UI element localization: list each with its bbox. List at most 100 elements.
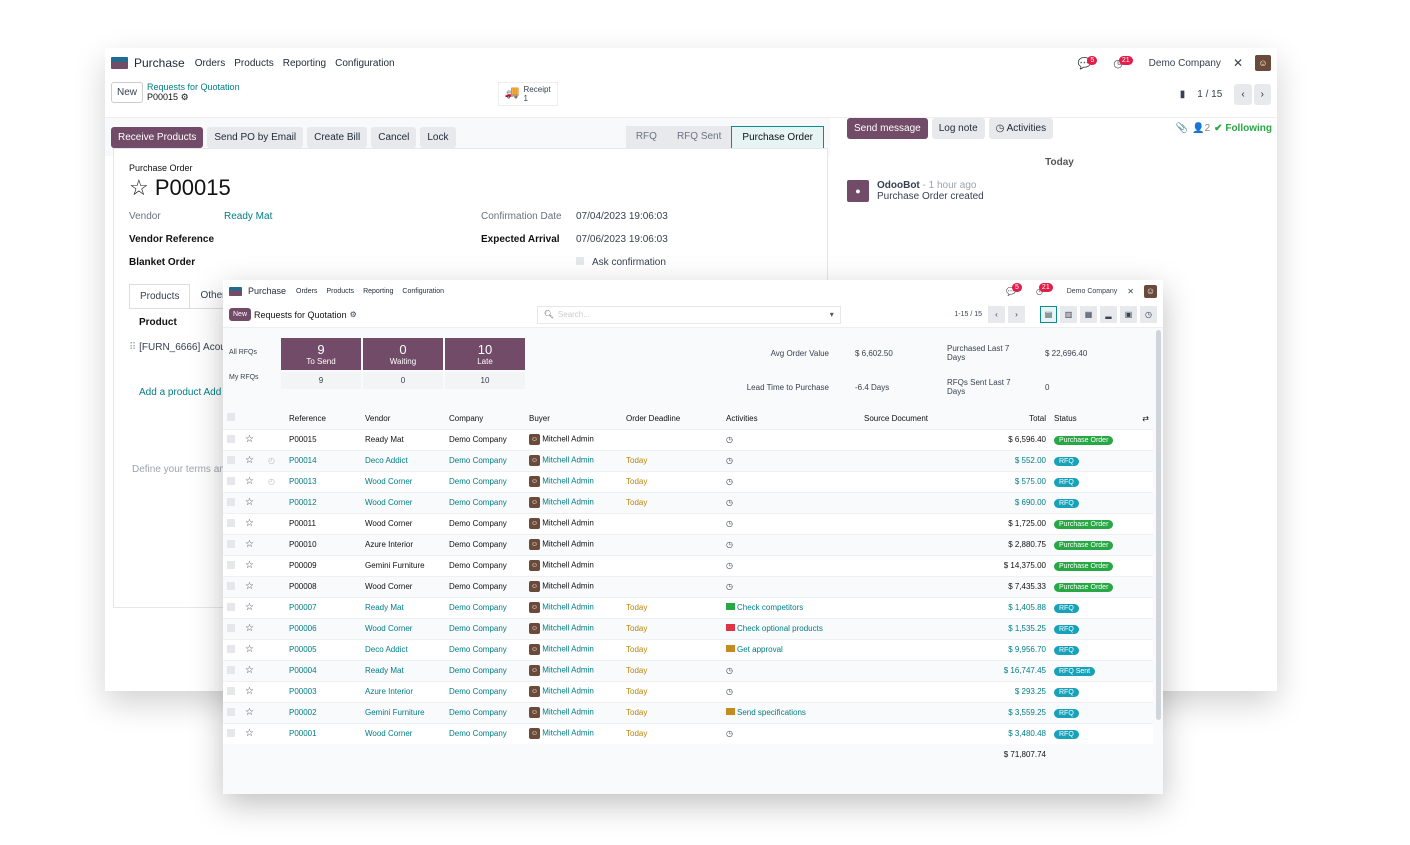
lock-button[interactable]: Lock — [420, 126, 456, 148]
activity-clock-icon[interactable]: ◷ — [726, 477, 733, 486]
scrollbar[interactable] — [1156, 330, 1161, 720]
activities-button[interactable]: ◷ Activities — [988, 118, 1054, 139]
table-row[interactable]: ☆ P00007 Ready Mat Demo Company ☺ Mitche… — [223, 596, 1153, 618]
select-all-checkbox[interactable] — [227, 413, 235, 422]
activity-clock-icon[interactable]: ◷ — [726, 435, 733, 444]
priority-star-icon[interactable]: ☆ — [245, 455, 254, 466]
activity-summary[interactable]: Send specifications — [737, 708, 806, 717]
dashboard-tile[interactable]: 9 To Send — [281, 338, 361, 370]
col-total[interactable]: Total — [970, 408, 1050, 429]
activity-clock-icon[interactable]: ◷ — [726, 582, 733, 591]
row-checkbox[interactable] — [227, 581, 235, 590]
prev-page-button[interactable]: ‹ — [988, 306, 1005, 323]
priority-star-icon[interactable]: ☆ — [245, 560, 254, 571]
nav-reporting[interactable]: Reporting — [363, 288, 393, 295]
dashboard-tile[interactable]: 0 Waiting — [363, 338, 443, 370]
drag-handle-icon[interactable]: ⠿ — [129, 342, 136, 353]
col-activities[interactable]: Activities — [722, 408, 860, 429]
new-button[interactable]: New — [229, 308, 252, 321]
table-row[interactable]: ☆ P00004 Ready Mat Demo Company ☺ Mitche… — [223, 659, 1153, 681]
nav-app-name[interactable]: Purchase — [134, 56, 185, 70]
activity-view-icon[interactable]: ◷ — [1140, 306, 1157, 323]
table-row[interactable]: ☆ P00005 Deco Addict Demo Company ☺ Mitc… — [223, 638, 1153, 660]
cancel-button[interactable]: Cancel — [371, 126, 417, 148]
table-row[interactable]: ☆ P00010 Azure Interior Demo Company ☺ M… — [223, 533, 1153, 555]
table-row[interactable]: ☆ P00002 Gemini Furniture Demo Company ☺… — [223, 701, 1153, 723]
nav-app-name[interactable]: Purchase — [248, 286, 286, 296]
table-row[interactable]: ☆ P00009 Gemini Furniture Demo Company ☺… — [223, 554, 1153, 576]
activity-clock-icon[interactable]: ◷ — [726, 561, 733, 570]
calendar-view-icon[interactable]: ▣ — [1120, 306, 1137, 323]
snooze-icon[interactable]: ◴ — [268, 456, 275, 465]
table-row[interactable]: ☆ P00015 Ready Mat Demo Company ☺ Mitche… — [223, 428, 1153, 450]
create-bill-button[interactable]: Create Bill — [307, 126, 368, 148]
activity-clock-icon[interactable]: ◷ — [726, 540, 733, 549]
nav-orders[interactable]: Orders — [195, 58, 226, 69]
blanket-order-field[interactable] — [224, 257, 481, 268]
gear-icon[interactable]: ⚙ — [181, 92, 189, 102]
activity-clock-icon[interactable]: ◷ — [726, 729, 733, 738]
table-row[interactable]: ☆ P00008 Wood Corner Demo Company ☺ Mitc… — [223, 575, 1153, 597]
activity-clock-icon[interactable]: ◷ — [726, 666, 733, 675]
prev-record-button[interactable]: ‹ — [1234, 84, 1252, 105]
new-button[interactable]: New — [111, 82, 144, 103]
table-row[interactable]: ☆ P00001 Wood Corner Demo Company ☺ Mitc… — [223, 722, 1153, 744]
kanban-view-icon[interactable]: ▥ — [1060, 306, 1077, 323]
messages-icon[interactable]: 💬5 — [1078, 55, 1102, 70]
row-checkbox[interactable] — [227, 602, 235, 611]
receipt-smart-button[interactable]: 🚚 Receipt 1 — [497, 82, 558, 106]
row-checkbox[interactable] — [227, 728, 235, 737]
app-logo-icon[interactable] — [229, 286, 242, 296]
table-row[interactable]: ☆ P00006 Wood Corner Demo Company ☺ Mitc… — [223, 617, 1153, 639]
my-rfq-count[interactable]: 9 — [281, 372, 361, 389]
debug-tools-icon[interactable]: ✕ — [1127, 287, 1134, 296]
nav-configuration[interactable]: Configuration — [335, 58, 394, 69]
add-section-link[interactable]: Add — [204, 387, 222, 398]
attachment-icon[interactable]: 📎 — [1176, 123, 1188, 134]
priority-star-icon[interactable]: ☆ — [245, 434, 254, 445]
graph-view-icon[interactable]: ▂ — [1100, 306, 1117, 323]
activity-clock-icon[interactable]: ◷ — [726, 456, 733, 465]
activity-summary[interactable]: Check optional products — [737, 624, 823, 633]
row-checkbox[interactable] — [227, 434, 235, 443]
col-source-document[interactable]: Source Document — [860, 408, 970, 429]
priority-star-icon[interactable]: ☆ — [245, 476, 254, 487]
row-checkbox[interactable] — [227, 455, 235, 464]
stage-purchase-order[interactable]: Purchase Order — [731, 125, 824, 149]
row-checkbox[interactable] — [227, 497, 235, 506]
table-row[interactable]: ☆ P00011 Wood Corner Demo Company ☺ Mitc… — [223, 512, 1153, 534]
ask-confirmation-checkbox[interactable] — [576, 257, 584, 265]
row-checkbox[interactable] — [227, 476, 235, 485]
optional-columns-icon[interactable]: ⇄ — [1135, 408, 1153, 429]
search-options-toggle[interactable]: ▾ — [830, 310, 834, 319]
user-avatar[interactable]: ☺ — [1255, 55, 1271, 71]
nav-configuration[interactable]: Configuration — [402, 288, 444, 295]
activity-summary[interactable]: Get approval — [737, 645, 783, 654]
pivot-view-icon[interactable]: ▦ — [1080, 306, 1097, 323]
tab-products[interactable]: Products — [129, 284, 191, 308]
priority-star-icon[interactable]: ☆ — [245, 623, 254, 634]
breadcrumb-parent[interactable]: Requests for Quotation — [147, 82, 240, 92]
activities-clock-icon[interactable]: ◷21 — [1113, 55, 1136, 70]
row-checkbox[interactable] — [227, 665, 235, 674]
table-row[interactable]: ☆ P00003 Azure Interior Demo Company ☺ M… — [223, 680, 1153, 702]
snooze-icon[interactable]: ◴ — [268, 477, 275, 486]
confirmation-date-field[interactable]: 07/04/2023 19:06:03 — [576, 211, 668, 222]
send-po-email-button[interactable]: Send PO by Email — [207, 126, 304, 148]
my-rfq-count[interactable]: 10 — [445, 372, 525, 389]
priority-star-icon[interactable]: ☆ — [245, 497, 254, 508]
vendor-field[interactable]: Ready Mat — [224, 211, 272, 222]
messages-icon[interactable]: 💬5 — [1006, 282, 1026, 296]
activity-clock-icon[interactable]: ◷ — [726, 687, 733, 696]
col-vendor[interactable]: Vendor — [361, 408, 445, 429]
stage-rfq[interactable]: RFQ — [625, 125, 667, 149]
priority-star-icon[interactable]: ☆ — [245, 644, 254, 655]
row-checkbox[interactable] — [227, 644, 235, 653]
row-checkbox[interactable] — [227, 560, 235, 569]
company-switcher[interactable]: Demo Company — [1149, 58, 1221, 69]
send-message-button[interactable]: Send message — [847, 118, 928, 139]
table-row[interactable]: ☆ ◴ P00013 Wood Corner Demo Company ☺ Mit… — [223, 470, 1153, 492]
gear-icon[interactable]: ⚙ — [350, 310, 357, 319]
priority-star-icon[interactable]: ☆ — [245, 518, 254, 529]
nav-orders[interactable]: Orders — [296, 288, 317, 295]
